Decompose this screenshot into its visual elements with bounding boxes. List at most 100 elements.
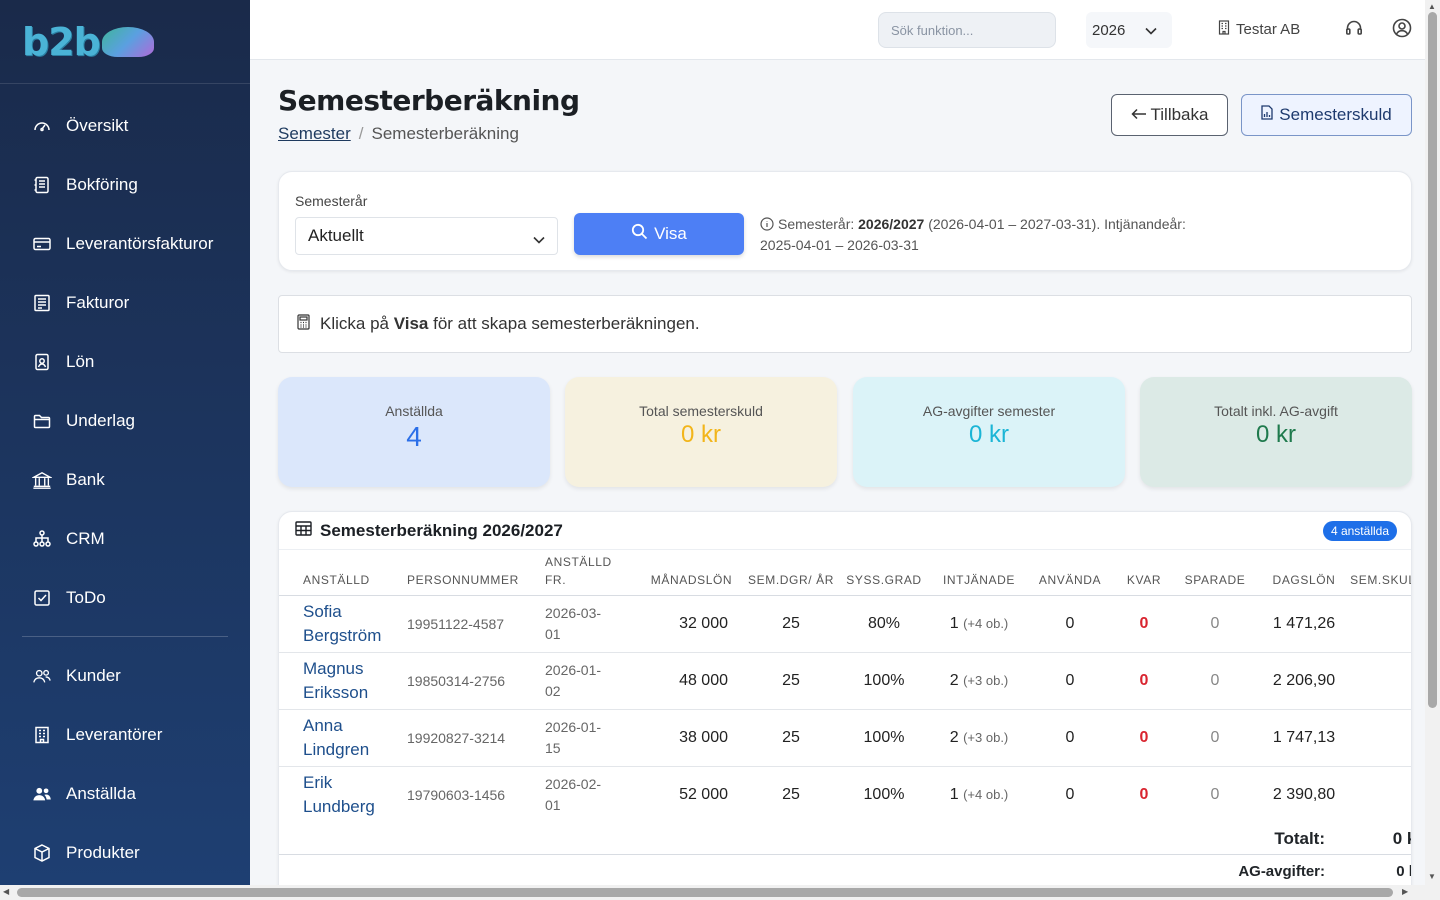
dagslon: 2 390,80	[1258, 766, 1350, 824]
semesterskuld: 0	[1350, 766, 1411, 824]
sidebar-item-bokforing[interactable]: Bokföring	[0, 155, 250, 214]
semesterskuld: 0	[1350, 709, 1411, 767]
sparade: 0	[1172, 595, 1258, 653]
search-input[interactable]: Sök funktion...	[878, 12, 1056, 48]
col-header[interactable]: Använda	[1024, 550, 1116, 596]
search-icon	[631, 223, 648, 245]
table-card-header: Semesterberäkning 2026/2027	[279, 512, 1411, 550]
sidebar-item-underlag[interactable]: Underlag	[0, 391, 250, 450]
sidebar-item-label: Översikt	[66, 115, 129, 135]
report-icon	[1261, 105, 1273, 125]
bank-icon	[32, 470, 52, 490]
col-header[interactable]: Anställd	[279, 550, 407, 596]
vertical-scrollbar[interactable]: ▲ ▼	[1425, 0, 1440, 885]
col-header[interactable]: Sem.dgr/ år	[748, 550, 834, 596]
horizontal-scroll-thumb[interactable]	[17, 888, 1393, 897]
logo-mascot	[101, 26, 154, 57]
vertical-scroll-thumb[interactable]	[1428, 12, 1437, 708]
dagslon: 1 471,26	[1258, 595, 1350, 653]
first-name: Erik	[303, 772, 333, 792]
sysselsattningsgrad: 80%	[834, 595, 934, 653]
intjanade-value: 2	[949, 671, 959, 689]
col-header[interactable]: Syss.grad	[834, 550, 934, 596]
credit-card-icon	[32, 234, 52, 254]
table-icon	[295, 520, 312, 541]
sidebar-item-bank[interactable]: Bank	[0, 450, 250, 509]
people-icon	[32, 666, 52, 686]
col-header[interactable]: Sparade	[1172, 550, 1258, 596]
breadcrumb: Semester / Semesterberäkning	[278, 124, 519, 144]
intjanade: 1 (+4 ob.)	[934, 766, 1024, 824]
search-placeholder: Sök funktion...	[891, 22, 974, 38]
kvar: 0	[1116, 595, 1172, 653]
info-icon	[760, 216, 778, 232]
employee-count-badge: 4 anställda	[1322, 521, 1397, 541]
headset-icon[interactable]	[1345, 19, 1363, 42]
calculator-icon	[297, 313, 310, 335]
table-row: Erik Lundberg 19790603-1456 2026-02- 01 52…	[279, 766, 1411, 824]
dagslon: 2 206,90	[1258, 652, 1350, 710]
sidebar-item-label: Leverantörsfakturor	[66, 233, 214, 253]
semesterskuld-button[interactable]: Semesterskuld	[1241, 94, 1412, 136]
table-header-row: Anställd Personnummer Anställd fr. Månad…	[279, 550, 1411, 596]
intjanade: 2 (+3 ob.)	[934, 652, 1024, 710]
sidebar-item-fakturor[interactable]: Fakturor	[0, 273, 250, 332]
table-row: Magnus Eriksson 19850314-2756 2026-01- 02 …	[279, 652, 1411, 710]
stat-label: Anställda	[385, 403, 443, 419]
sidebar-item-crm[interactable]: CRM	[0, 509, 250, 568]
ledger-icon	[32, 175, 52, 195]
first-name: Sofia	[303, 601, 342, 621]
year-value: 2026	[1092, 21, 1126, 39]
sidebar-item-anstallda[interactable]: Anställda	[0, 764, 250, 823]
company-switcher[interactable]: Testar AB	[1218, 20, 1300, 39]
sidebar-item-oversikt[interactable]: Översikt	[0, 96, 250, 155]
sidebar-item-leverantorsfakturor[interactable]: Leverantörsfakturor	[0, 214, 250, 273]
semesterdagar: 25	[748, 652, 834, 710]
sidebar-item-lon[interactable]: Lön	[0, 332, 250, 391]
anstalld-fran: 2026-01- 02	[545, 652, 635, 710]
sidebar-item-todo[interactable]: ToDo	[0, 568, 250, 627]
col-header[interactable]: Månadslön	[635, 550, 748, 596]
breadcrumb-link-semester[interactable]: Semester	[278, 124, 351, 144]
stat-value: 0 kr	[968, 421, 1009, 448]
employee-name-link[interactable]: Magnus Eriksson	[279, 652, 407, 710]
personnummer: 19920827-3214	[407, 709, 545, 767]
building-icon	[1218, 20, 1230, 39]
sidebar-item-produkter[interactable]: Produkter	[0, 823, 250, 882]
gauge-icon	[32, 116, 52, 136]
sidebar-item-kunder[interactable]: Kunder	[0, 646, 250, 705]
scroll-left-arrow-icon[interactable]: ◀	[3, 887, 9, 896]
ob-extra: (+4 ob.)	[963, 615, 1009, 631]
col-header[interactable]: Dagslön	[1258, 550, 1350, 596]
first-name: Magnus	[303, 658, 364, 678]
main-content: Semesterberäkning Semester / Semesterber…	[250, 60, 1425, 885]
total-label: Totalt:	[1274, 829, 1325, 848]
manadslon: 52 000	[635, 766, 748, 824]
year-select[interactable]: 2026	[1086, 12, 1172, 48]
col-header[interactable]: Anställd fr.	[545, 550, 635, 596]
sidebar-item-leverantorer[interactable]: Leverantörer	[0, 705, 250, 764]
col-header[interactable]: Personnummer	[407, 550, 545, 596]
scroll-right-arrow-icon[interactable]: ▶	[1402, 887, 1408, 896]
ob-extra: (+3 ob.)	[963, 729, 1009, 745]
scroll-up-arrow-icon[interactable]: ▲	[1428, 2, 1436, 11]
back-button[interactable]: Tillbaka	[1111, 94, 1228, 136]
employee-name-link[interactable]: Anna Lindgren	[279, 709, 407, 767]
stat-value: 4	[406, 421, 422, 452]
logo[interactable]: b2b	[0, 0, 250, 84]
employee-name-link[interactable]: Sofia Bergström	[279, 595, 407, 653]
intjanade-value: 1	[949, 614, 959, 632]
page-title: Semesterberäkning	[278, 84, 580, 117]
employee-name-link[interactable]: Erik Lundberg	[279, 766, 407, 824]
horizontal-scrollbar[interactable]: ◀ ▶	[0, 885, 1440, 900]
col-header[interactable]: Intjänade	[934, 550, 1024, 596]
semesterar-label: Semesterår	[295, 193, 368, 209]
sidebar-item-label: Bokföring	[66, 174, 138, 194]
visa-button[interactable]: Visa	[574, 213, 744, 255]
user-avatar-icon[interactable]	[1392, 18, 1412, 43]
col-header[interactable]: Sem.skuld	[1350, 550, 1411, 596]
scroll-down-arrow-icon[interactable]: ▼	[1428, 872, 1436, 881]
col-header[interactable]: Kvar	[1116, 550, 1172, 596]
semesterar-select[interactable]: Aktuellt	[295, 217, 558, 255]
anvanda: 0	[1024, 766, 1116, 824]
